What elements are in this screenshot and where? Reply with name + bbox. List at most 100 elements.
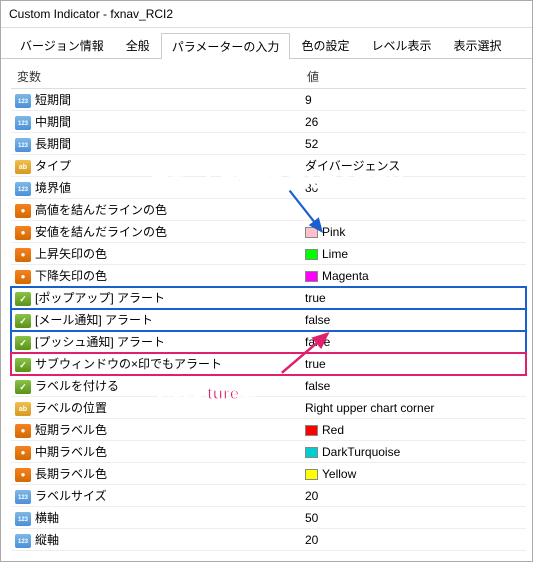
str-type-icon (15, 160, 31, 174)
param-value-cell[interactable]: 52 (301, 133, 526, 155)
bool-type-icon (15, 336, 31, 350)
param-name-cell[interactable]: 縦軸 (11, 529, 301, 551)
param-name: 縦軸 (35, 533, 59, 547)
tab-5[interactable]: 表示選択 (442, 32, 512, 58)
table-row[interactable]: 上昇矢印の色Lime (11, 243, 526, 265)
table-row[interactable]: 中期間26 (11, 111, 526, 133)
param-name-cell[interactable]: 高値を結んだラインの色 (11, 199, 301, 221)
table-row[interactable]: 下降矢印の色Magenta (11, 265, 526, 287)
param-name-cell[interactable]: 横軸 (11, 507, 301, 529)
color-type-icon (15, 248, 31, 262)
header-variable[interactable]: 変数 (11, 65, 301, 89)
table-row[interactable]: 縦軸 20 (11, 529, 526, 551)
table-row[interactable]: [ポップアップ] アラートtrue (11, 287, 526, 309)
param-name: 横軸 (35, 511, 59, 525)
table-row[interactable]: ラベルサイズ 20 (11, 485, 526, 507)
param-name-cell[interactable]: 長期ラベル色 (11, 463, 301, 485)
param-value: 20 (305, 533, 318, 547)
param-name: 境界値 (35, 181, 71, 195)
param-value: Red (322, 423, 344, 437)
color-swatch-icon (305, 447, 318, 458)
param-name: 長期間 (35, 137, 71, 151)
param-name-cell[interactable]: サブウィンドウの×印でもアラート (11, 353, 301, 375)
param-value-cell[interactable]: 50 (301, 507, 526, 529)
param-name-cell[interactable]: タイプ (11, 155, 301, 177)
table-row[interactable]: [メール通知] アラート false (11, 309, 526, 331)
table-row[interactable]: 安値を結んだラインの色Pink (11, 221, 526, 243)
tab-2[interactable]: パラメーターの入力 (161, 33, 291, 59)
param-value: 9 (305, 93, 312, 107)
color-swatch-icon (305, 249, 318, 260)
param-value-cell[interactable]: Magenta (301, 265, 526, 287)
param-name-cell[interactable]: 上昇矢印の色 (11, 243, 301, 265)
param-value-cell[interactable]: 9 (301, 89, 526, 111)
param-name-cell[interactable]: 長期間 (11, 133, 301, 155)
param-name: [メール通知] アラート (35, 313, 153, 327)
param-name-cell[interactable]: [ポップアップ] アラート (11, 287, 301, 309)
param-value: 52 (305, 137, 318, 151)
table-row[interactable]: 境界値 80 (11, 177, 526, 199)
param-value-cell[interactable]: true (301, 287, 526, 309)
bool-type-icon (15, 292, 31, 306)
table-row[interactable]: タイプダイバージェンス (11, 155, 526, 177)
param-value-cell[interactable]: ダイバージェンス (301, 155, 526, 177)
param-name-cell[interactable]: ラベルを付ける (11, 375, 301, 397)
num-type-icon (15, 512, 31, 526)
color-type-icon (15, 226, 31, 240)
param-name-cell[interactable]: 中期間 (11, 111, 301, 133)
param-name-cell[interactable]: 下降矢印の色 (11, 265, 301, 287)
param-name-cell[interactable]: 境界値 (11, 177, 301, 199)
param-value-cell[interactable]: 20 (301, 485, 526, 507)
bool-type-icon (15, 380, 31, 394)
table-row[interactable]: 長期ラベル色Yellow (11, 463, 526, 485)
param-value-cell[interactable]: Red (301, 419, 526, 441)
param-value-cell[interactable]: Right upper chart corner (301, 397, 526, 419)
param-value-cell[interactable]: 26 (301, 111, 526, 133)
param-name-cell[interactable]: ラベルサイズ (11, 485, 301, 507)
param-value-cell[interactable]: Pink (301, 221, 526, 243)
param-value-cell[interactable]: 80 (301, 177, 526, 199)
param-name-cell[interactable]: 安値を結んだラインの色 (11, 221, 301, 243)
table-row[interactable]: ラベルの位置Right upper chart corner (11, 397, 526, 419)
color-swatch-icon (305, 271, 318, 282)
color-swatch-icon (305, 227, 318, 238)
param-value: 20 (305, 489, 318, 503)
param-value-cell[interactable]: true (301, 353, 526, 375)
tab-3[interactable]: 色の設定 (290, 32, 360, 58)
param-value: false (305, 379, 330, 393)
table-row[interactable]: ラベルを付ける false (11, 375, 526, 397)
param-value-cell[interactable]: 20 (301, 529, 526, 551)
param-value-cell[interactable]: false (301, 331, 526, 353)
tab-4[interactable]: レベル表示 (360, 32, 442, 58)
param-value: DarkTurquoise (322, 445, 400, 459)
param-name-cell[interactable]: 中期ラベル色 (11, 441, 301, 463)
table-row[interactable]: 短期ラベル色 Red (11, 419, 526, 441)
param-value-cell[interactable]: false (301, 375, 526, 397)
table-row[interactable]: 中期ラベル色 DarkTurquoise (11, 441, 526, 463)
table-row[interactable]: 長期間 52 (11, 133, 526, 155)
param-name-cell[interactable]: 短期ラベル色 (11, 419, 301, 441)
table-row[interactable]: 横軸 50 (11, 507, 526, 529)
table-row[interactable]: [プッシュ通知] アラートfalse (11, 331, 526, 353)
param-value-cell[interactable]: Yellow (301, 463, 526, 485)
param-name-cell[interactable]: 短期間 (11, 89, 301, 111)
param-value-cell[interactable] (301, 199, 526, 221)
bool-type-icon (15, 358, 31, 372)
param-name: 短期ラベル色 (35, 423, 107, 437)
color-type-icon (15, 468, 31, 482)
table-row[interactable]: サブウィンドウの×印でもアラートtrue (11, 353, 526, 375)
param-value-cell[interactable]: DarkTurquoise (301, 441, 526, 463)
param-value-cell[interactable]: Lime (301, 243, 526, 265)
param-value: false (305, 313, 330, 327)
param-name-cell[interactable]: [メール通知] アラート (11, 309, 301, 331)
table-row[interactable]: 短期間 9 (11, 89, 526, 111)
color-swatch-icon (305, 425, 318, 436)
param-value-cell[interactable]: false (301, 309, 526, 331)
header-value[interactable]: 値 (301, 65, 526, 89)
table-row[interactable]: 高値を結んだラインの色 (11, 199, 526, 221)
param-name-cell[interactable]: [プッシュ通知] アラート (11, 331, 301, 353)
bool-type-icon (15, 314, 31, 328)
tab-0[interactable]: バージョン情報 (9, 32, 115, 58)
param-name-cell[interactable]: ラベルの位置 (11, 397, 301, 419)
tab-1[interactable]: 全般 (115, 32, 161, 58)
